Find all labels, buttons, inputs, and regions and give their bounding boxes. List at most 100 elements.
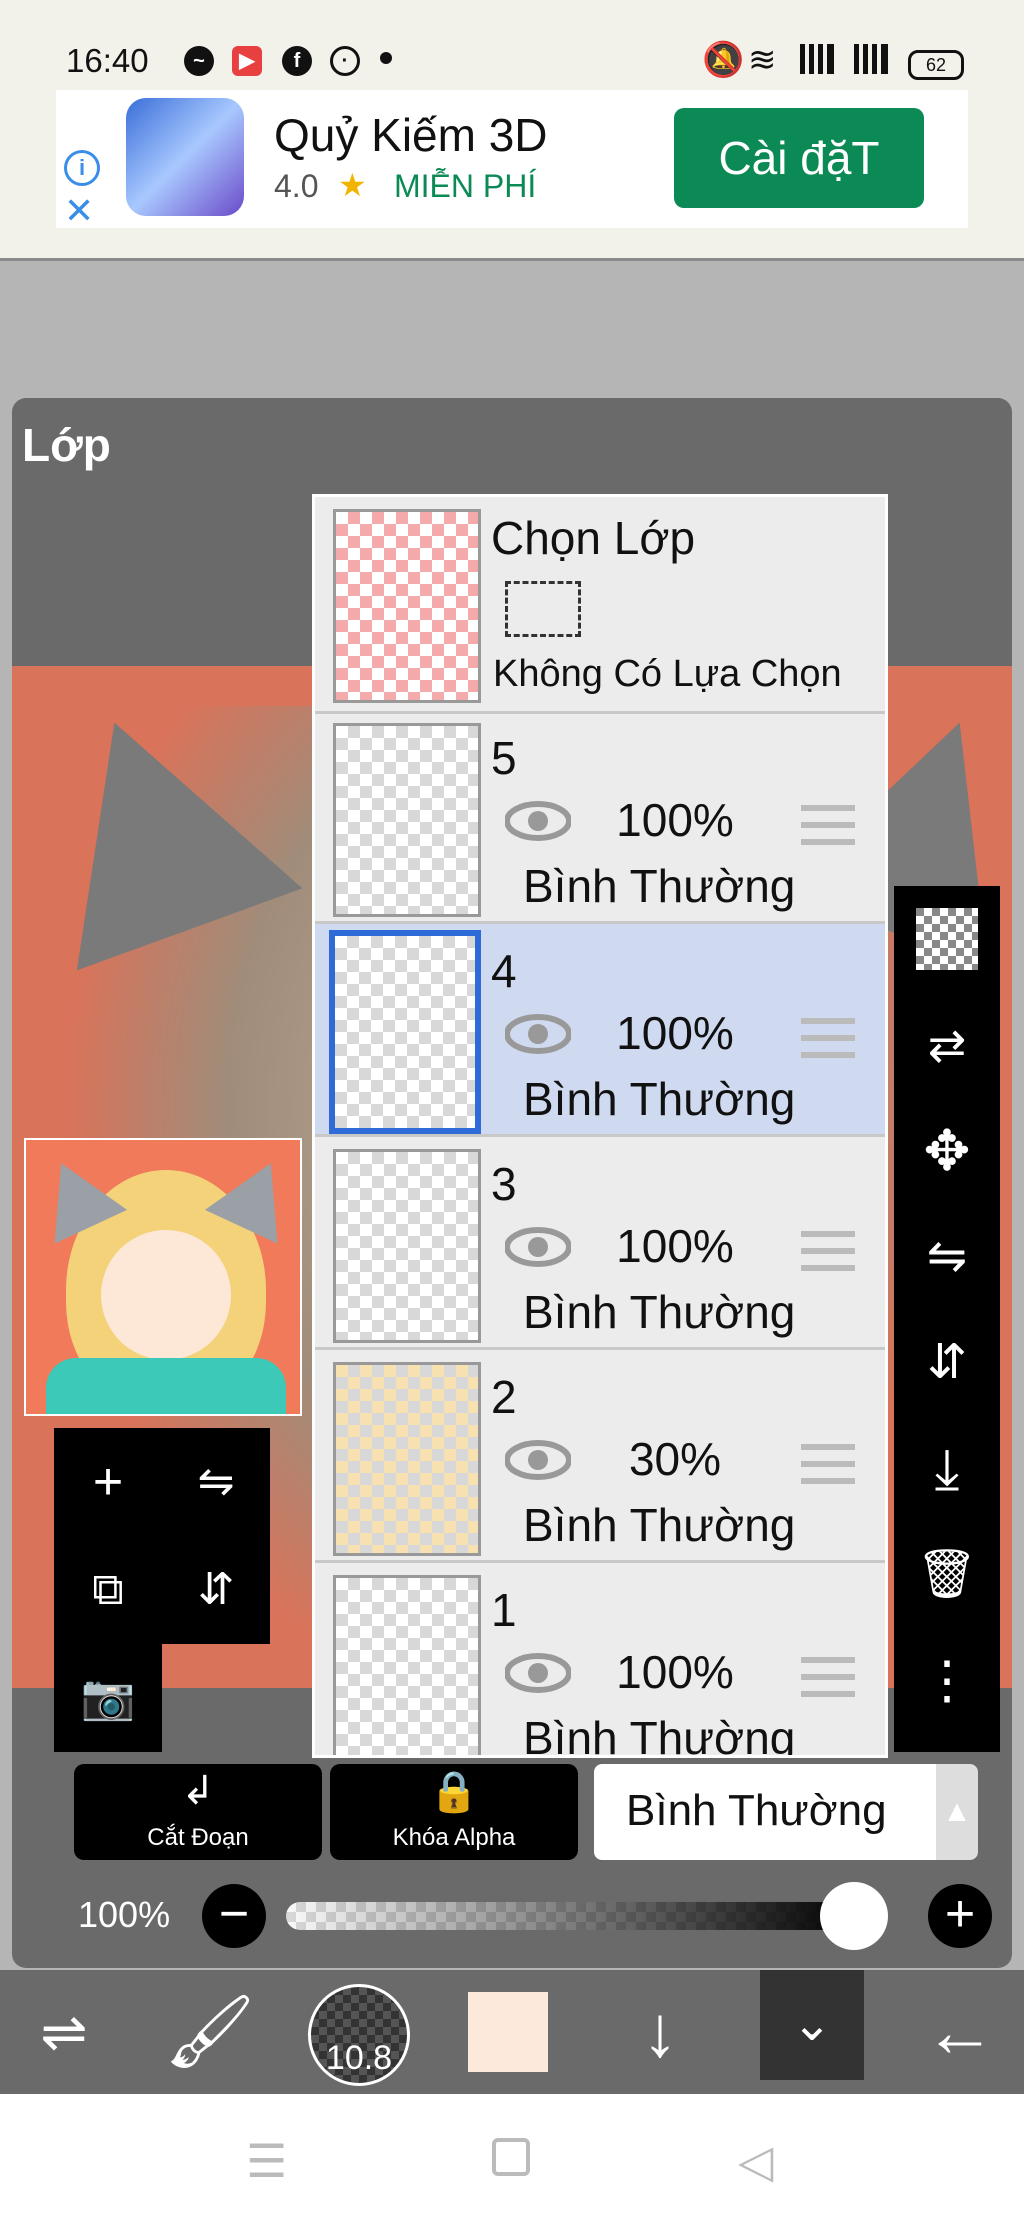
clipping-icon: ↲: [181, 1769, 215, 1813]
drag-handle-icon[interactable]: [801, 1018, 855, 1058]
drag-handle-icon[interactable]: [801, 1657, 855, 1697]
layer-thumbnail: [329, 930, 481, 1134]
canvas-preview[interactable]: [24, 1138, 302, 1416]
panel-title: Lớp: [22, 419, 111, 471]
left-tool-palette: + ⇋ ⧉ ⇵: [54, 1428, 270, 1644]
signal-icon: [854, 44, 888, 74]
layer-opacity: 100%: [616, 1646, 734, 1698]
lock-icon: 🔒: [429, 1770, 479, 1814]
add-layer-icon[interactable]: +: [58, 1432, 158, 1532]
selection-layer-row[interactable]: Chọn Lớp Không Có Lựa Chọn: [315, 497, 885, 714]
flip-vertical-icon[interactable]: ⇵: [894, 1310, 1000, 1416]
mute-icon: 🔕: [702, 41, 745, 79]
opacity-slider-knob[interactable]: [820, 1882, 888, 1950]
eye-icon[interactable]: [505, 1014, 571, 1054]
navigation-bar: ☰ ◁: [0, 2094, 1024, 2217]
layer-row-2[interactable]: 2 30% Bình Thường: [315, 1350, 885, 1563]
transparency-icon[interactable]: [894, 886, 1000, 992]
opacity-label: 100%: [78, 1894, 171, 1935]
minus-icon[interactable]: −: [202, 1884, 266, 1948]
arrow-down-icon[interactable]: ↓: [610, 1970, 710, 2094]
home-icon[interactable]: [492, 2138, 530, 2176]
layer-opacity: 100%: [616, 1007, 734, 1059]
blend-mode-select[interactable]: Bình Thường: [594, 1764, 936, 1860]
brush-size-value: 10.8: [325, 2039, 393, 2077]
preview-face: [101, 1230, 231, 1360]
ad-free-label: MIỄN PHÍ: [394, 168, 537, 204]
status-time: 16:40: [66, 42, 149, 79]
drag-handle-icon[interactable]: [801, 1444, 855, 1484]
bottom-toolbar: ⇌ 🖌 10.8 ↓ ⌄ ←: [0, 1970, 1024, 2094]
back-arrow-icon[interactable]: ←: [910, 1970, 1010, 2094]
drag-handle-icon[interactable]: [801, 1231, 855, 1271]
clipping-label: Cắt Đoạn: [147, 1824, 249, 1851]
selection-status: Không Có Lựa Chọn: [493, 653, 842, 695]
layer-number: 4: [491, 945, 517, 997]
info-icon[interactable]: i: [64, 150, 100, 186]
layer-opacity: 100%: [616, 794, 734, 846]
drag-handle-icon[interactable]: [801, 805, 855, 845]
app-logo: [126, 98, 244, 216]
alpha-lock-button[interactable]: 🔒 Khóa Alpha: [330, 1764, 578, 1860]
plus-icon[interactable]: +: [928, 1884, 992, 1948]
facebook-icon: f: [282, 46, 312, 76]
preview-shirt: [46, 1358, 286, 1414]
menu-icon[interactable]: ☰: [246, 2134, 287, 2188]
flip-horizontal-icon[interactable]: ⇋: [894, 1204, 1000, 1310]
settings-icon: ·: [330, 46, 360, 76]
layer-blend-mode: Bình Thường: [523, 860, 796, 912]
layer-opacity: 30%: [628, 1433, 722, 1485]
flip-horizontal-icon[interactable]: ⇋: [166, 1432, 266, 1532]
ad-card[interactable]: i ✕ Quỷ Kiếm 3D 4.0 ★ MIỄN PHÍ Cài đặT: [56, 90, 968, 231]
selection-layer-title: Chọn Lớp: [491, 512, 696, 564]
trash-icon[interactable]: 🗑: [894, 1522, 1000, 1628]
layer-list[interactable]: Chọn Lớp Không Có Lựa Chọn 5 100% Bình T…: [312, 494, 888, 1758]
more-icon[interactable]: ⋮: [894, 1628, 1000, 1734]
eraser-toggle-icon[interactable]: ⇌: [14, 1970, 114, 2094]
layer-thumbnail: [333, 1575, 481, 1755]
chevron-up-icon[interactable]: ▲: [936, 1764, 978, 1860]
duplicate-layer-icon[interactable]: ⧉: [58, 1540, 158, 1640]
flip-vertical-icon[interactable]: ⇵: [166, 1540, 266, 1640]
selection-thumbnail: [333, 509, 481, 703]
layer-thumbnail: [333, 1149, 481, 1343]
close-icon[interactable]: ✕: [64, 190, 94, 232]
move-icon[interactable]: ✥: [894, 1098, 1000, 1204]
blend-mode-value: Bình Thường: [626, 1786, 887, 1835]
back-icon[interactable]: ◁: [738, 2134, 773, 2188]
layer-number: 5: [491, 732, 517, 784]
opacity-slider[interactable]: [286, 1902, 886, 1930]
star-icon: ★: [338, 167, 367, 203]
eye-icon[interactable]: [505, 1440, 571, 1480]
eye-icon[interactable]: [505, 1653, 571, 1693]
layer-number: 1: [491, 1584, 517, 1636]
alpha-lock-label: Khóa Alpha: [392, 1824, 516, 1851]
dot-icon: [380, 52, 392, 64]
layer-row-5[interactable]: 5 100% Bình Thường: [315, 711, 885, 924]
brush-icon[interactable]: 🖌: [160, 1970, 260, 2094]
ad-rating: 4.0: [274, 168, 319, 204]
merge-down-icon[interactable]: ⤓: [894, 1416, 1000, 1522]
camera-icon[interactable]: 📷: [58, 1648, 158, 1748]
status-bar: 16:40 ~ ▶ f · 🔕 ≋ 62: [0, 0, 1024, 90]
layer-blend-mode: Bình Thường: [523, 1712, 796, 1758]
right-tool-column: ⇄ ✥ ⇋ ⇵ ⤓ 🗑 ⋮: [894, 886, 1000, 1752]
layer-number: 2: [491, 1371, 517, 1423]
install-button[interactable]: Cài đặT: [674, 108, 924, 208]
swap-layer-icon[interactable]: ⇄: [894, 992, 1000, 1098]
ad-banner[interactable]: i ✕ Quỷ Kiếm 3D 4.0 ★ MIỄN PHÍ Cài đặT: [0, 90, 1024, 261]
camera-tool: 📷: [54, 1644, 162, 1752]
layer-row-4[interactable]: 4 100% Bình Thường: [315, 924, 885, 1137]
color-swatch[interactable]: [468, 1992, 548, 2072]
eye-icon[interactable]: [505, 801, 571, 841]
layer-blend-mode: Bình Thường: [523, 1499, 796, 1551]
selection-marquee-icon: [505, 581, 581, 637]
layer-opacity: 100%: [616, 1220, 734, 1272]
layer-blend-mode: Bình Thường: [523, 1073, 796, 1125]
eye-icon[interactable]: [505, 1227, 571, 1267]
brush-size-button[interactable]: 10.8: [308, 1984, 410, 2086]
clipping-button[interactable]: ↲ Cắt Đoạn: [74, 1764, 322, 1860]
layer-row-3[interactable]: 3 100% Bình Thường: [315, 1137, 885, 1350]
layer-row-1[interactable]: 1 100% Bình Thường: [315, 1563, 885, 1758]
layer-button[interactable]: ⌄: [760, 1970, 864, 2080]
